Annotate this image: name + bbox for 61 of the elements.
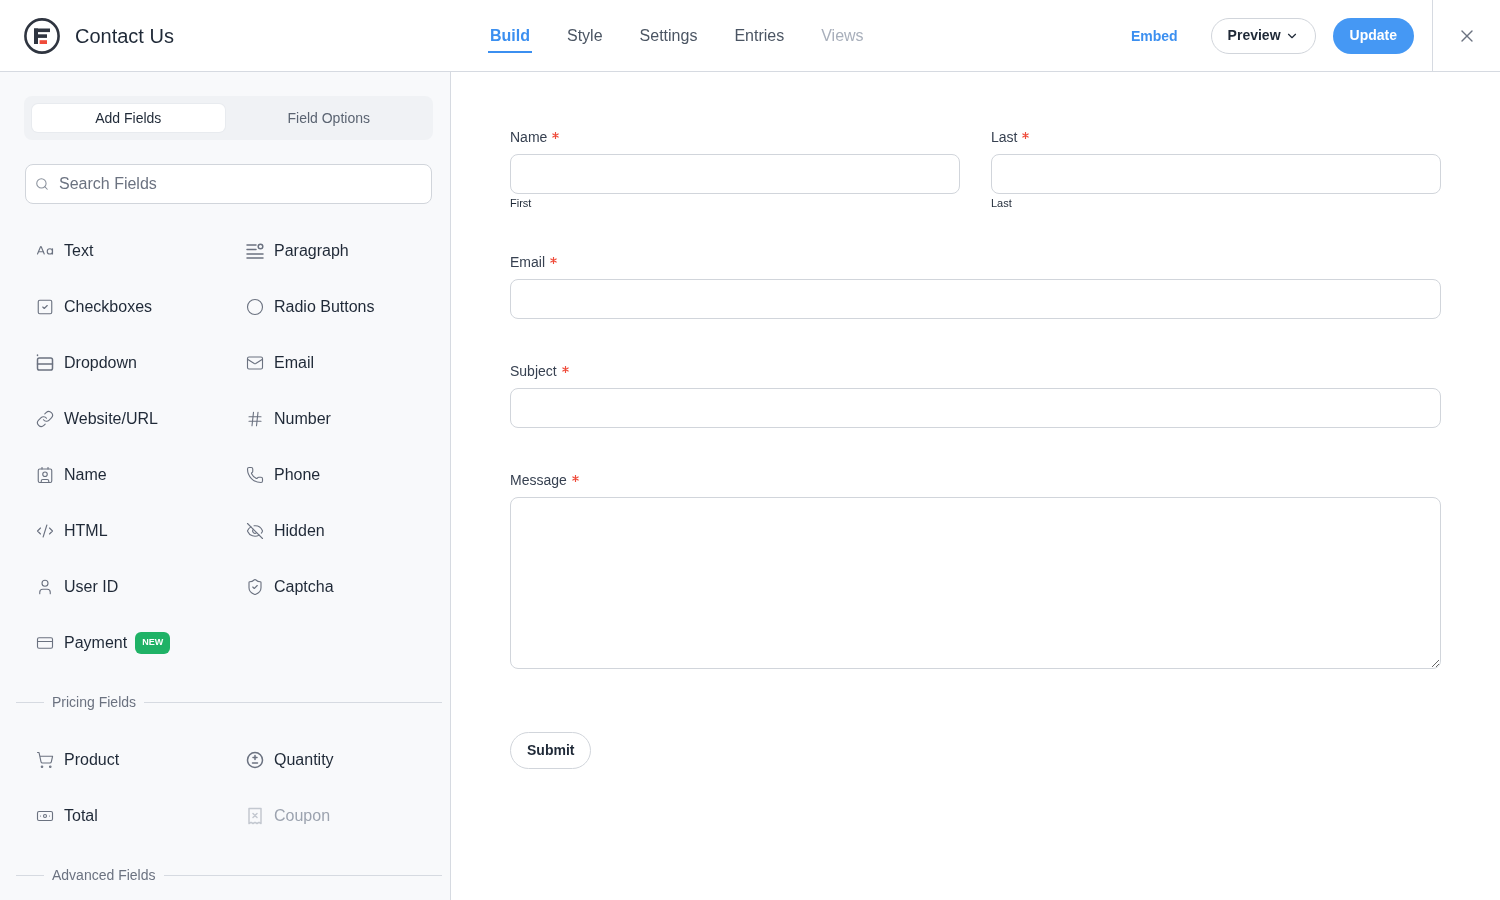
field-type-item[interactable]: Dropdown: [36, 349, 137, 377]
link-icon: [36, 410, 54, 428]
person-icon: [36, 578, 54, 596]
nav-tab[interactable]: Entries: [732, 18, 787, 53]
field-type-item[interactable]: Radio Buttons: [246, 293, 375, 321]
card-icon: [36, 634, 54, 652]
input-field[interactable]: [510, 388, 1441, 428]
plus-minus-circle-icon: [246, 751, 264, 769]
submit-button[interactable]: Submit: [510, 732, 592, 769]
field-type-item[interactable]: Total: [36, 802, 98, 830]
section-heading: Advanced Fields: [52, 866, 156, 885]
section-heading: Pricing Fields: [52, 693, 137, 712]
field-type-item[interactable]: Website/URL: [36, 405, 158, 433]
input-field[interactable]: [510, 154, 960, 194]
code-icon: [36, 522, 54, 540]
envelope-icon: [246, 354, 264, 372]
logo-icon: [24, 17, 60, 54]
field-type-item[interactable]: Name: [36, 461, 107, 489]
field-type-item[interactable]: User ID: [36, 573, 119, 601]
field-type-item[interactable]: Email: [246, 349, 314, 377]
nav-tab[interactable]: Style: [565, 18, 605, 53]
id-card-icon: [36, 466, 54, 484]
nav-tab[interactable]: Settings: [637, 18, 700, 53]
checked-box-icon: [36, 298, 54, 316]
hash-icon: [246, 410, 264, 428]
field-type-item[interactable]: Checkboxes: [36, 293, 153, 321]
form-title: Contact Us: [75, 23, 174, 49]
search-icon: [35, 177, 49, 191]
eye-slash-icon: [246, 522, 264, 540]
cart-icon: [36, 751, 54, 769]
input-field[interactable]: [510, 279, 1441, 319]
dropdown-box-icon: [36, 354, 54, 372]
field-label: Email: [510, 253, 545, 272]
new-badge: NEW: [135, 632, 171, 654]
search-field[interactable]: Search Fields: [25, 164, 432, 204]
textarea-field[interactable]: [510, 497, 1441, 669]
field-label: Message: [510, 471, 567, 490]
field-type-item[interactable]: Quantity: [246, 746, 334, 774]
field-label: Last: [991, 128, 1018, 147]
phone-icon: [246, 466, 264, 484]
field-sublabel: Last: [991, 196, 1012, 210]
field-type-item[interactable]: Phone: [246, 461, 321, 489]
circle-icon: [246, 298, 264, 316]
field-type-item[interactable]: HTML: [36, 517, 108, 545]
field-type-item[interactable]: Number: [246, 405, 331, 433]
field-type-item[interactable]: Text: [36, 237, 94, 265]
shield-check-icon: [246, 578, 264, 596]
preview-button[interactable]: Preview: [1210, 17, 1316, 54]
input-field[interactable]: [991, 154, 1441, 194]
field-type-item[interactable]: Product: [36, 746, 120, 774]
field-label: Name: [510, 128, 548, 147]
mode-tab[interactable]: Add Fields: [32, 104, 225, 132]
field-type-item[interactable]: Paragraph: [246, 237, 349, 265]
mode-tab[interactable]: Field Options: [232, 104, 425, 132]
receipt-icon: [246, 807, 264, 825]
paragraph-lines-icon: [246, 242, 264, 260]
field-label: Subject: [510, 362, 557, 381]
field-type-item[interactable]: Payment: [36, 629, 128, 657]
field-type-item[interactable]: Hidden: [246, 517, 325, 545]
field-sublabel: First: [510, 196, 532, 210]
field-type-item[interactable]: Captcha: [246, 573, 334, 601]
